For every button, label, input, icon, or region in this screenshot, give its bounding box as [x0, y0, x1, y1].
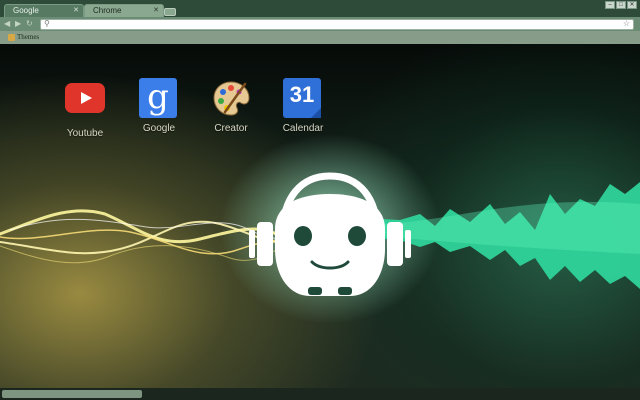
- close-icon[interactable]: ✕: [73, 5, 79, 17]
- calendar-date: 31: [289, 82, 315, 107]
- forward-arrow-icon[interactable]: ▶: [15, 20, 21, 28]
- youtube-icon: [65, 83, 105, 123]
- close-window-button[interactable]: ✕: [627, 1, 637, 9]
- new-tab-page: Youtube g Google Creator 31 Calendar: [0, 44, 640, 400]
- maximize-button[interactable]: □: [616, 1, 626, 9]
- tab-title: Chrome: [93, 6, 122, 15]
- close-icon[interactable]: ✕: [153, 5, 159, 17]
- app-label: Creator: [214, 123, 248, 134]
- palette-icon: [211, 78, 251, 118]
- app-calendar[interactable]: 31 Calendar: [268, 78, 338, 134]
- tab-strip: Google ✕ Chrome ✕ – □ ✕: [0, 0, 640, 17]
- apps-grid: Youtube g Google Creator 31 Calendar: [0, 44, 640, 144]
- calendar-icon: 31: [283, 78, 323, 118]
- bookmarks-bar: Themes: [0, 31, 640, 44]
- window-controls: – □ ✕: [605, 1, 637, 9]
- bookmark-themes[interactable]: Themes: [8, 33, 39, 41]
- app-youtube[interactable]: Youtube: [50, 78, 120, 139]
- app-label: Calendar: [282, 123, 324, 134]
- app-creator[interactable]: Creator: [196, 78, 266, 134]
- minimize-button[interactable]: –: [605, 1, 615, 9]
- app-google[interactable]: g Google: [124, 78, 194, 134]
- search-icon: ⚲: [44, 19, 50, 28]
- app-label: Youtube: [66, 128, 104, 139]
- star-icon[interactable]: ☆: [623, 19, 630, 28]
- tab-google[interactable]: Google ✕: [4, 4, 84, 17]
- app-label: Google: [142, 123, 176, 134]
- omnibox[interactable]: ⚲ ☆: [40, 19, 634, 30]
- bookmark-label: Themes: [17, 33, 40, 41]
- tab-chrome[interactable]: Chrome ✕: [84, 4, 164, 17]
- back-arrow-icon[interactable]: ◀: [4, 20, 10, 28]
- folder-icon: [8, 33, 15, 41]
- yellow-sound-wave: [0, 209, 291, 264]
- reload-icon[interactable]: ↻: [26, 20, 33, 28]
- scrollbar-thumb[interactable]: [2, 390, 142, 398]
- google-icon: g: [139, 78, 179, 118]
- new-tab-button[interactable]: [164, 8, 176, 16]
- tab-title: Google: [13, 6, 39, 15]
